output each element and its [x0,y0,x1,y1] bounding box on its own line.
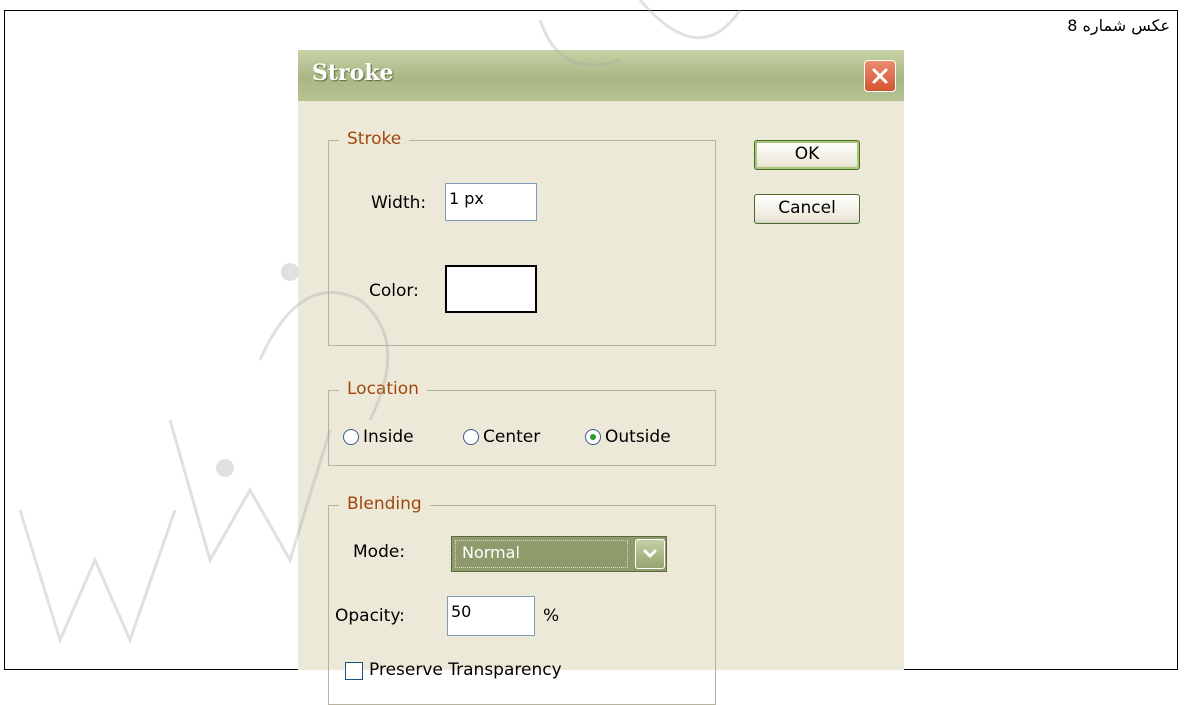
mode-label: Mode: [353,542,406,562]
width-field[interactable]: 1 px [445,183,537,221]
width-label: Width: [371,193,427,213]
cancel-button[interactable]: Cancel [754,194,860,224]
opacity-label: Opacity: [335,606,405,626]
checkbox-icon[interactable] [345,662,363,680]
location-group: Location Inside Center Outside [328,379,716,466]
radio-inside[interactable]: Inside [343,427,414,447]
opacity-unit: % [543,606,560,626]
opacity-field[interactable]: 50 [447,596,535,636]
radio-center[interactable]: Center [463,427,540,447]
blending-group-legend: Blending [339,494,430,514]
radio-icon [585,429,601,445]
mode-select-value: Normal [455,540,628,568]
blending-group: Blending Mode: Normal Opacity: 50 % Pres… [328,494,716,705]
radio-inside-label: Inside [363,427,414,447]
close-button[interactable] [864,60,896,92]
color-label: Color: [369,281,419,301]
radio-outside-label: Outside [605,427,671,447]
dropdown-arrow-icon [643,549,657,559]
color-swatch[interactable] [445,265,537,313]
stroke-dialog: Stroke Stroke Width: 1 px Color: Locatio… [298,50,904,705]
close-icon [872,68,888,84]
stroke-group-legend: Stroke [339,129,410,149]
dialog-title: Stroke [312,60,394,86]
mode-select[interactable]: Normal [451,536,667,572]
radio-icon [343,429,359,445]
location-group-legend: Location [339,379,427,399]
radio-icon [463,429,479,445]
radio-center-label: Center [483,427,541,447]
ok-button[interactable]: OK [754,140,860,170]
radio-selected-dot [590,434,596,440]
figure-caption: عکس شماره 8 [1067,16,1170,35]
preserve-transparency-label: Preserve Transparency [369,660,562,680]
stroke-group: Stroke Width: 1 px Color: [328,129,716,346]
mode-dropdown-button[interactable] [635,539,665,569]
title-bar[interactable]: Stroke [298,50,904,101]
radio-outside[interactable]: Outside [585,427,671,447]
